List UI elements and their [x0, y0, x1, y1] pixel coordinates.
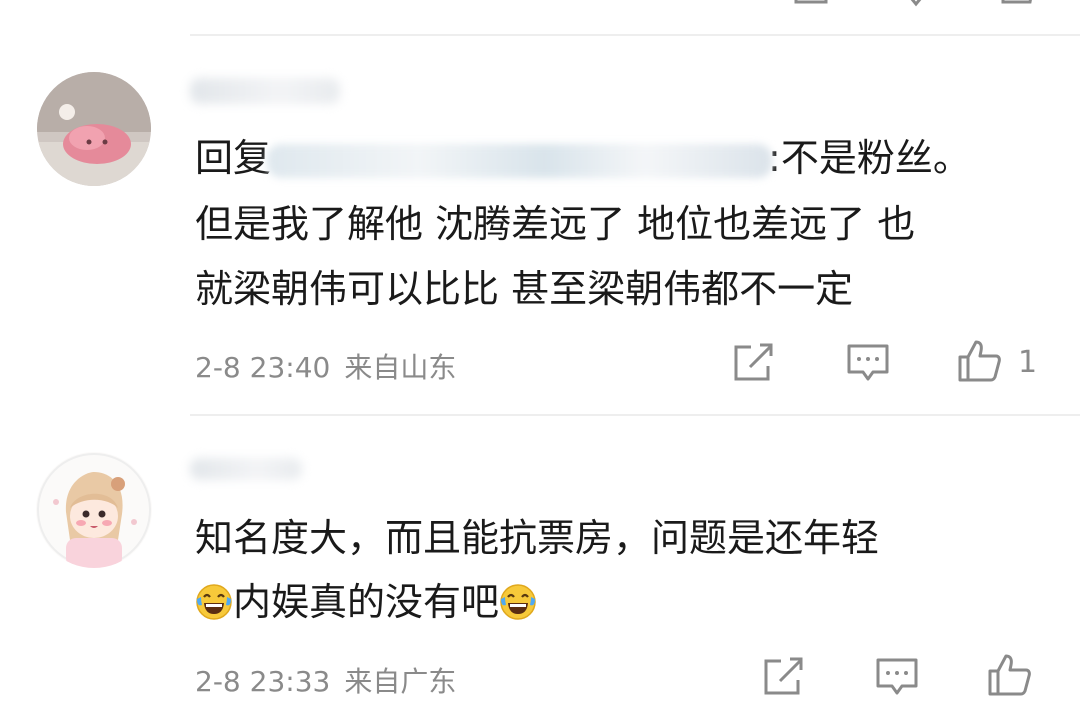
- comment-meta: 2-8 23:33 来自广东: [195, 660, 470, 700]
- timestamp: 2-8 23:40: [195, 351, 331, 384]
- thumbs-up-icon[interactable]: [987, 652, 1033, 698]
- thumbs-up-icon[interactable]: [957, 338, 1003, 384]
- reply-target-username[interactable]: [267, 143, 773, 178]
- comment-text-line: 知名度大，而且能抗票房，问题是还年轻: [195, 516, 880, 560]
- username[interactable]: [190, 78, 340, 104]
- location: 来自山东: [344, 351, 457, 384]
- comment-icon[interactable]: [845, 340, 891, 386]
- comment-text-line: 回复 :不是粉丝。: [195, 130, 971, 186]
- avatar[interactable]: [36, 452, 152, 568]
- comment-icon[interactable]: [898, 0, 934, 8]
- comment-text-line: 内娱真的没有吧: [195, 574, 537, 630]
- username[interactable]: [190, 458, 302, 480]
- comment-meta: 2-8 23:40 来自山东: [195, 346, 470, 386]
- avatar[interactable]: [37, 72, 151, 186]
- comment-text-inline: 内娱真的没有吧: [233, 580, 500, 624]
- comment-text-line: 就梁朝伟可以比比 甚至梁朝伟都不一定: [195, 267, 854, 311]
- comment-icon[interactable]: [874, 654, 920, 700]
- divider: [190, 34, 1080, 36]
- share-icon[interactable]: [793, 0, 829, 8]
- timestamp: 2-8 23:33: [195, 665, 331, 698]
- like-count: 1: [1018, 345, 1038, 380]
- comment-text-line: 但是我了解他 沈腾差远了 地位也差远了 也: [195, 202, 916, 246]
- divider: [190, 414, 1080, 416]
- share-icon[interactable]: [761, 654, 807, 700]
- location: 来自广东: [344, 665, 457, 698]
- share-icon[interactable]: [731, 340, 777, 386]
- laughing-tears-emoji: [195, 583, 233, 621]
- reply-prefix: 回复: [195, 136, 272, 180]
- reply-suffix: :不是粉丝。: [768, 136, 971, 180]
- thumbs-up-icon[interactable]: [1000, 0, 1036, 8]
- laughing-tears-emoji: [499, 583, 537, 621]
